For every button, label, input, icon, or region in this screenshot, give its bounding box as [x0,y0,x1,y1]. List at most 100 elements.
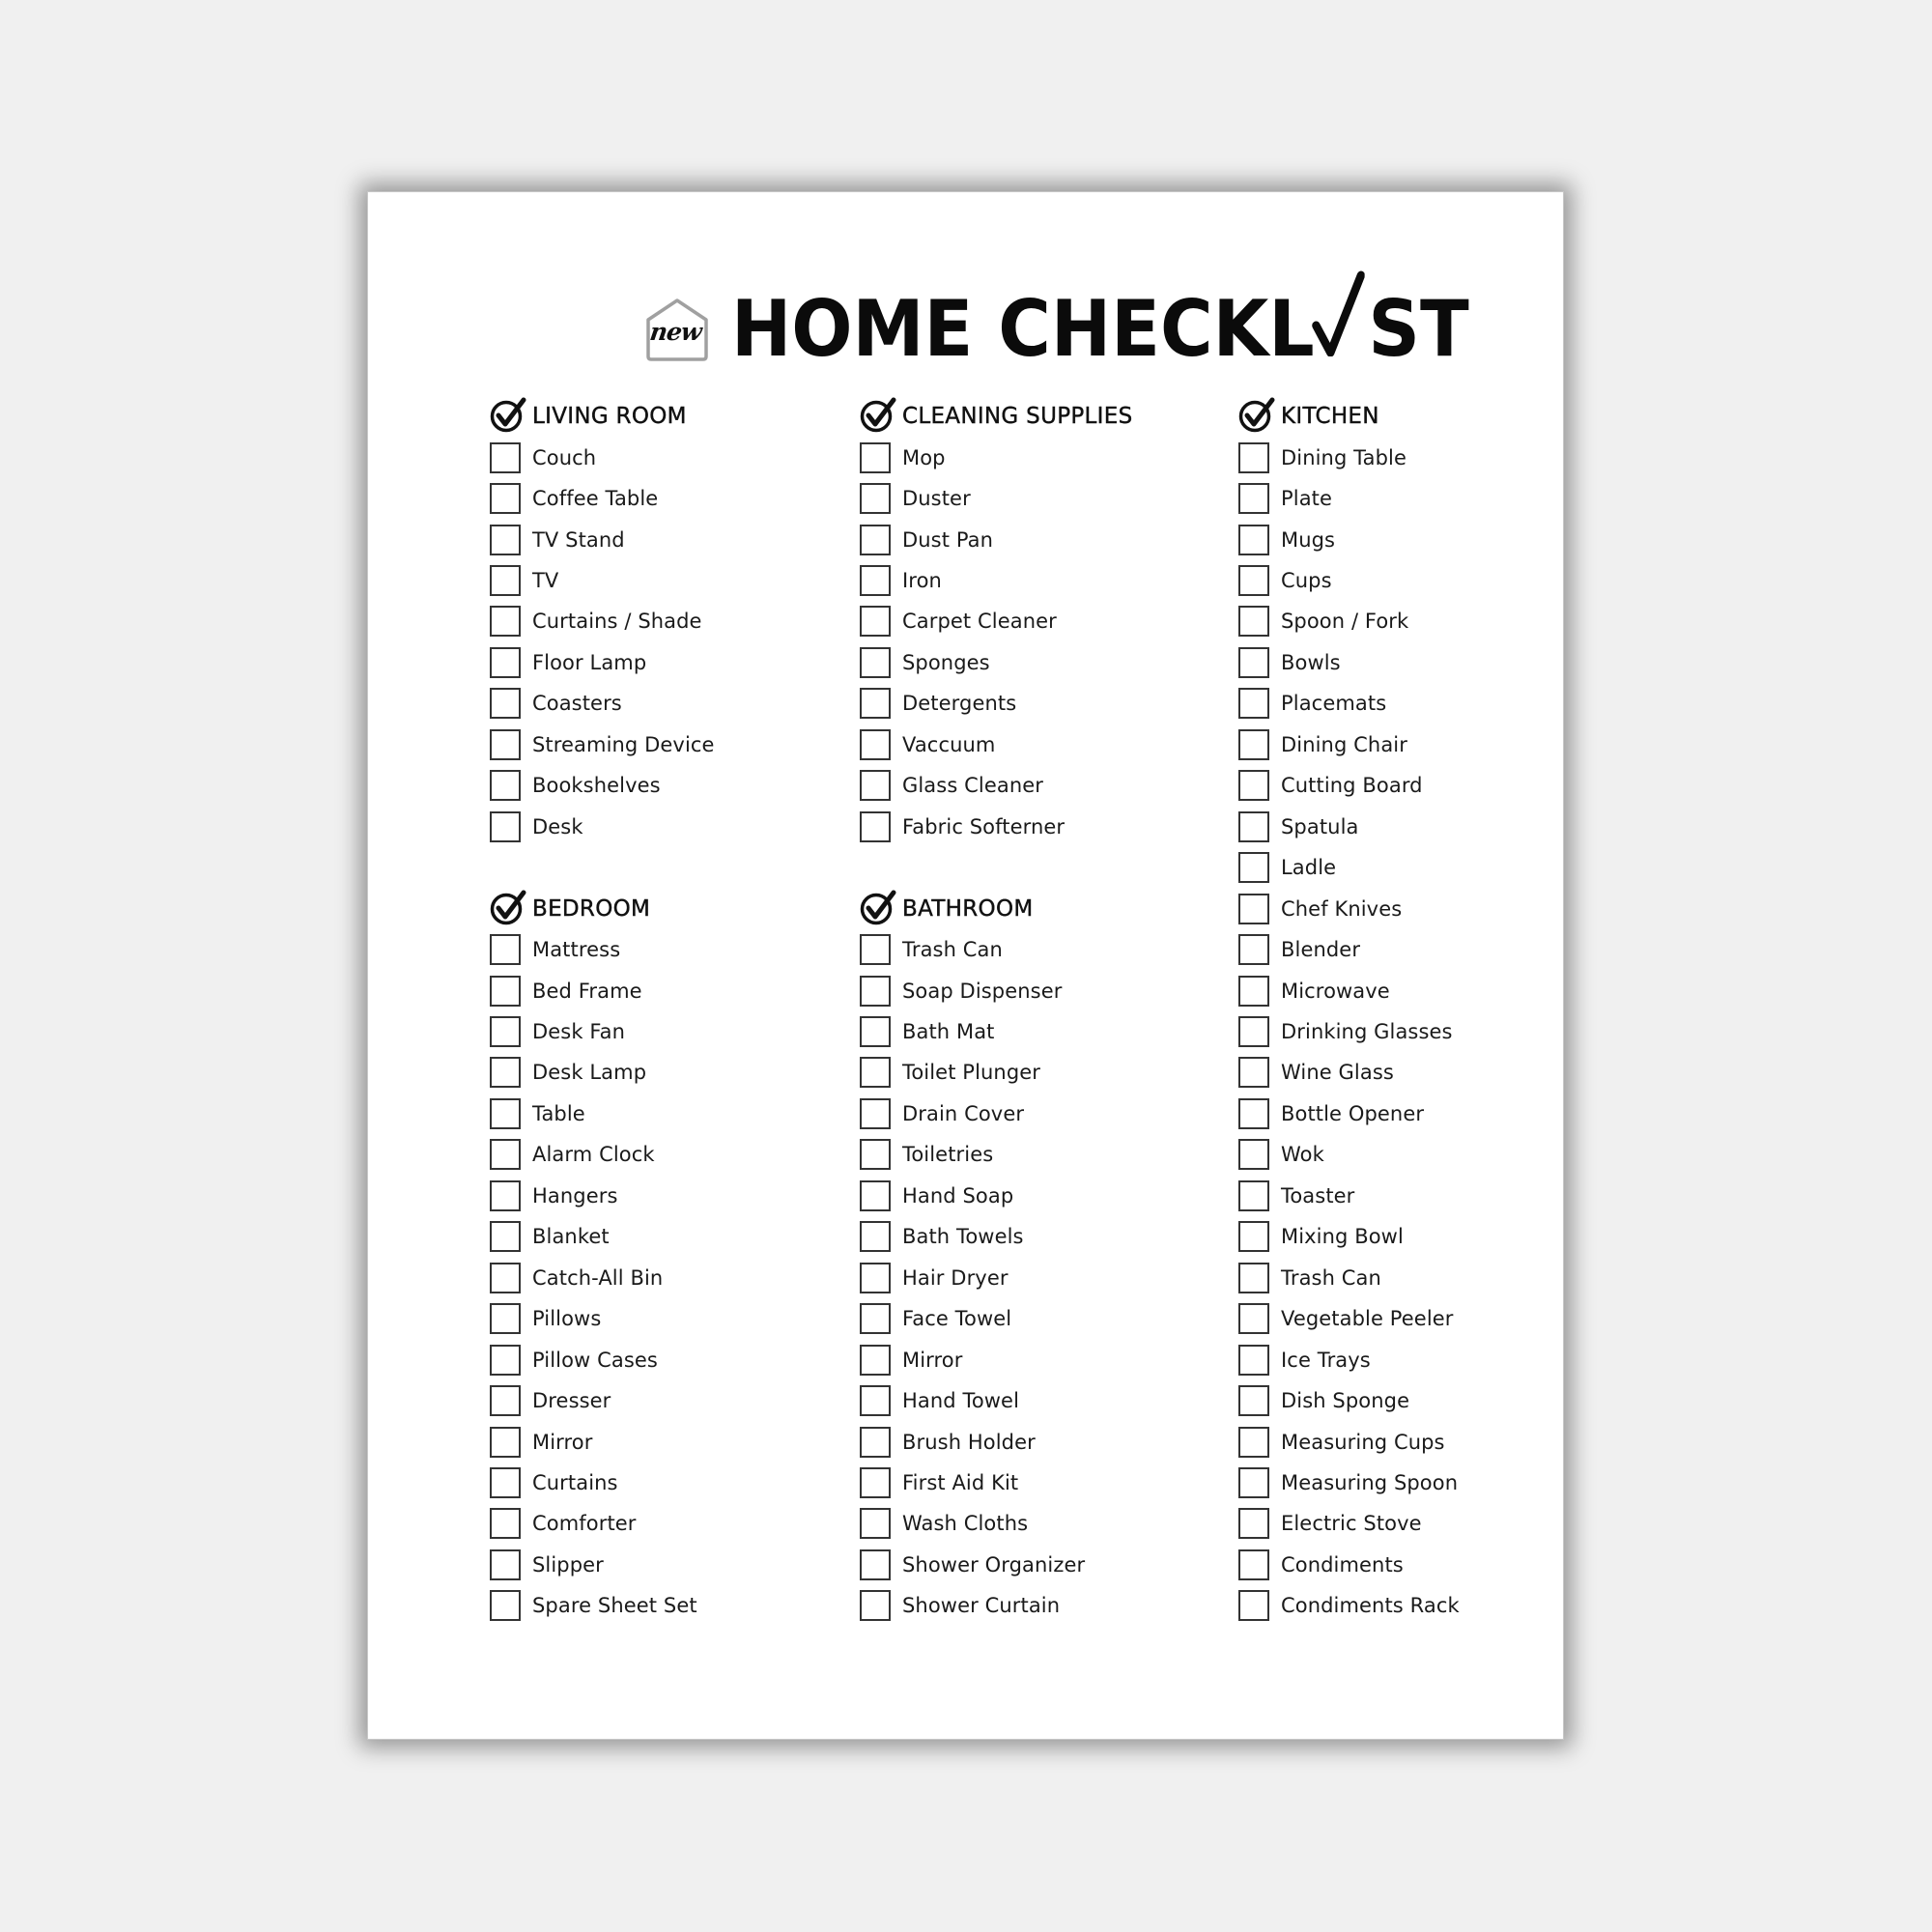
checklist-item[interactable]: Coffee Table [490,478,838,519]
checklist-item[interactable]: Mugs [1238,519,1586,559]
checkbox[interactable] [860,565,891,597]
checkbox[interactable] [1238,770,1269,802]
checklist-item[interactable]: Ice Trays [1238,1339,1586,1379]
checklist-item[interactable]: Pillows [490,1298,838,1339]
checkbox[interactable] [860,975,891,1007]
checkbox[interactable] [490,1016,521,1048]
checkbox[interactable] [1238,728,1269,760]
checklist-item[interactable]: Curtains / Shade [490,601,838,641]
checkbox[interactable] [860,1426,891,1458]
checkbox[interactable] [1238,646,1269,678]
checklist-item[interactable]: Bath Mat [860,1011,1208,1052]
checkbox[interactable] [860,483,891,515]
checkbox[interactable] [860,524,891,555]
checklist-item[interactable]: Mop [860,437,1208,477]
checklist-item[interactable]: Microwave [1238,970,1586,1010]
checkbox[interactable] [1238,524,1269,555]
checklist-item[interactable]: Hand Soap [860,1176,1208,1216]
checkbox[interactable] [1238,1016,1269,1048]
checkbox[interactable] [860,728,891,760]
checkbox[interactable] [490,1385,521,1417]
checklist-item[interactable]: Electric Stove [1238,1503,1586,1544]
checkbox[interactable] [860,688,891,720]
checklist-item[interactable]: Alarm Clock [490,1134,838,1175]
checkbox[interactable] [1238,810,1269,842]
checklist-item[interactable]: Blanket [490,1216,838,1257]
checkbox[interactable] [490,975,521,1007]
checklist-item[interactable]: Fabric Softerner [860,807,1208,847]
checkbox[interactable] [860,1139,891,1171]
checklist-item[interactable]: Trash Can [1238,1258,1586,1298]
checklist-item[interactable]: Hangers [490,1176,838,1216]
checkbox[interactable] [490,1221,521,1253]
checklist-item[interactable]: Toilet Plunger [860,1052,1208,1093]
checkbox[interactable] [490,934,521,966]
checklist-item[interactable]: Dining Chair [1238,724,1586,765]
checkbox[interactable] [490,1467,521,1498]
checkbox[interactable] [490,565,521,597]
checklist-item[interactable]: Blender [1238,929,1586,970]
checkbox[interactable] [860,606,891,638]
checkbox[interactable] [1238,1139,1269,1171]
checklist-item[interactable]: Mixing Bowl [1238,1216,1586,1257]
checklist-item[interactable]: Curtains [490,1463,838,1503]
checkbox[interactable] [1238,688,1269,720]
checkbox[interactable] [1238,893,1269,924]
checklist-item[interactable]: Sponges [860,642,1208,683]
checkbox[interactable] [1238,1426,1269,1458]
checklist-item[interactable]: Dresser [490,1380,838,1421]
checkbox[interactable] [860,646,891,678]
checklist-item[interactable]: Shower Curtain [860,1585,1208,1626]
checkbox[interactable] [860,1467,891,1498]
checklist-item[interactable]: Face Towel [860,1298,1208,1339]
checklist-item[interactable]: First Aid Kit [860,1463,1208,1503]
checklist-item[interactable]: Dining Table [1238,437,1586,477]
checkbox[interactable] [490,1426,521,1458]
checklist-item[interactable]: Vegetable Peeler [1238,1298,1586,1339]
checklist-item[interactable]: Cups [1238,560,1586,601]
checkbox[interactable] [490,441,521,473]
checkbox[interactable] [490,1344,521,1376]
checkbox[interactable] [1238,1508,1269,1540]
checklist-item[interactable]: Coasters [490,683,838,724]
checklist-item[interactable]: Condiments Rack [1238,1585,1586,1626]
checklist-item[interactable]: Condiments [1238,1545,1586,1585]
checkbox[interactable] [860,934,891,966]
checklist-item[interactable]: Slipper [490,1545,838,1585]
checklist-item[interactable]: Wash Cloths [860,1503,1208,1544]
checkbox[interactable] [490,1262,521,1293]
checkbox[interactable] [1238,565,1269,597]
checkbox[interactable] [1238,934,1269,966]
checklist-item[interactable]: Bottle Opener [1238,1094,1586,1134]
checklist-item[interactable]: Chef Knives [1238,888,1586,928]
checkbox[interactable] [860,1262,891,1293]
checklist-item[interactable]: Brush Holder [860,1421,1208,1462]
checklist-item[interactable]: Glass Cleaner [860,765,1208,806]
checklist-item[interactable]: Wine Glass [1238,1052,1586,1093]
checkbox[interactable] [860,1548,891,1580]
checklist-item[interactable]: Desk Fan [490,1011,838,1052]
checkbox[interactable] [1238,852,1269,884]
checklist-item[interactable]: Mirror [490,1421,838,1462]
checklist-item[interactable]: Spoon / Fork [1238,601,1586,641]
checklist-item[interactable]: Cutting Board [1238,765,1586,806]
checkbox[interactable] [860,1016,891,1048]
checklist-item[interactable]: Bath Towels [860,1216,1208,1257]
checkbox[interactable] [490,524,521,555]
checkbox[interactable] [490,646,521,678]
checkbox[interactable] [490,728,521,760]
checklist-item[interactable]: Desk Lamp [490,1052,838,1093]
checkbox[interactable] [490,1303,521,1335]
checklist-item[interactable]: Detergents [860,683,1208,724]
checkbox[interactable] [1238,1303,1269,1335]
checklist-item[interactable]: TV Stand [490,519,838,559]
checklist-item[interactable]: Hand Towel [860,1380,1208,1421]
checkbox[interactable] [1238,606,1269,638]
checklist-item[interactable]: Carpet Cleaner [860,601,1208,641]
checkbox[interactable] [490,1139,521,1171]
checkbox[interactable] [490,1179,521,1211]
checkbox[interactable] [1238,975,1269,1007]
checkbox[interactable] [1238,1221,1269,1253]
checklist-item[interactable]: Mirror [860,1339,1208,1379]
checkbox[interactable] [860,770,891,802]
